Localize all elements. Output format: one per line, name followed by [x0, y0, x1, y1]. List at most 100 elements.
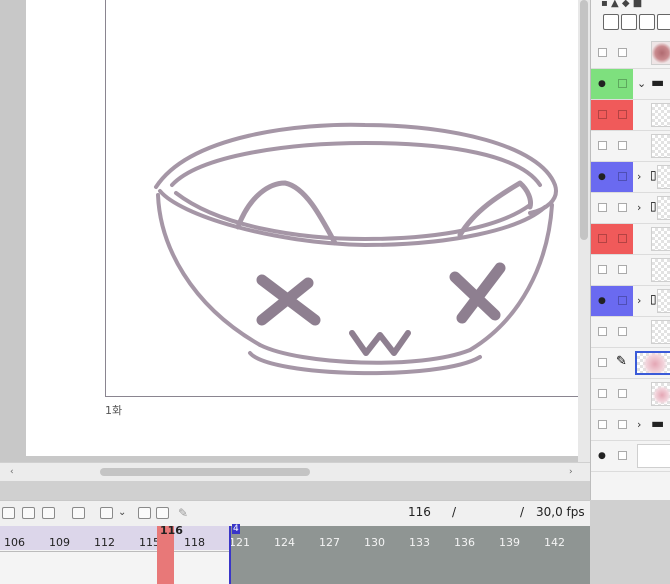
- end-frame-marker-label: 4: [232, 524, 240, 534]
- chevron-down-icon[interactable]: ⌄: [637, 77, 646, 90]
- layer-thumbnail: ▯: [650, 196, 670, 220]
- layer-lock-toggle[interactable]: [613, 193, 633, 223]
- timeline-tick: 139: [499, 536, 520, 549]
- layer-lock-toggle[interactable]: [613, 224, 633, 254]
- layer-lock-toggle[interactable]: [613, 410, 633, 440]
- layer-thumbnail: [651, 103, 670, 127]
- layer-visibility-toggle[interactable]: [591, 193, 613, 223]
- timeline-onion-icon[interactable]: [72, 507, 85, 519]
- layer-visibility-toggle[interactable]: [591, 348, 613, 378]
- current-frame-field[interactable]: 116: [408, 505, 431, 519]
- folder-icon: ▬: [651, 75, 665, 91]
- chevron-right-icon[interactable]: ›: [637, 201, 641, 214]
- timeline-clip-icon[interactable]: [156, 507, 169, 519]
- checkbox-icon: [618, 420, 627, 429]
- layer-lock-toggle[interactable]: [613, 286, 633, 316]
- layer-visibility-toggle[interactable]: [591, 379, 613, 409]
- timeline-tick: 136: [454, 536, 475, 549]
- horizontal-scroll-thumb[interactable]: [100, 468, 310, 476]
- layer-row[interactable]: ✎: [591, 348, 670, 379]
- track-divider: [0, 551, 230, 552]
- new-raster-layer-icon[interactable]: [603, 14, 619, 30]
- layer-lock-toggle[interactable]: [613, 317, 633, 347]
- checkbox-icon: [598, 265, 607, 274]
- end-frame-marker[interactable]: [229, 526, 231, 584]
- checkbox-icon: [618, 110, 627, 119]
- layer-thumbnail: ▬: [651, 72, 670, 96]
- checkbox-icon: [598, 389, 607, 398]
- layer-row[interactable]: [591, 255, 670, 286]
- scroll-right-arrow-icon[interactable]: ›: [569, 467, 573, 477]
- layer-visibility-toggle[interactable]: ●: [591, 441, 613, 471]
- layer-thumbnail: [651, 134, 670, 158]
- eye-icon: ●: [598, 172, 606, 182]
- layer-row[interactable]: [591, 38, 670, 69]
- eye-icon: ●: [598, 296, 606, 306]
- timeline-tick: 106: [4, 536, 25, 549]
- chevron-right-icon[interactable]: ›: [637, 170, 641, 183]
- timeline-tick: 130: [364, 536, 385, 549]
- scroll-left-arrow-icon[interactable]: ‹: [10, 467, 14, 477]
- chevron-right-icon[interactable]: ›: [637, 294, 641, 307]
- layer-lock-toggle[interactable]: ✎: [613, 348, 633, 378]
- timeline-new-icon[interactable]: [2, 507, 15, 519]
- timeline-cel-icon[interactable]: [42, 507, 55, 519]
- layer-row[interactable]: [591, 317, 670, 348]
- layer-row[interactable]: › ▯: [591, 193, 670, 224]
- checkbox-icon: [598, 48, 607, 57]
- layer-visibility-toggle[interactable]: ●: [591, 69, 613, 99]
- layer-lock-toggle[interactable]: [613, 255, 633, 285]
- layer-row[interactable]: [591, 131, 670, 162]
- layer-row[interactable]: ●: [591, 441, 670, 472]
- checkbox-icon: [598, 327, 607, 336]
- layer-lock-toggle[interactable]: [613, 38, 633, 68]
- checkbox-icon: [598, 358, 607, 367]
- layer-thumbnail: [635, 351, 670, 375]
- layer-visibility-toggle[interactable]: [591, 131, 613, 161]
- layer-lock-toggle[interactable]: [613, 162, 633, 192]
- layer-row[interactable]: ● ⌄ ▬: [591, 69, 670, 100]
- layer-visibility-toggle[interactable]: [591, 317, 613, 347]
- layer-lock-toggle[interactable]: [613, 69, 633, 99]
- layer-row[interactable]: ● › ▯: [591, 162, 670, 193]
- layer-row[interactable]: ● › ▯: [591, 286, 670, 317]
- timeline-frame-icon[interactable]: [22, 507, 35, 519]
- new-layer-more-icon[interactable]: [657, 14, 670, 30]
- timeline-tick: 109: [49, 536, 70, 549]
- eye-icon: ●: [598, 79, 606, 89]
- chevron-right-icon[interactable]: ›: [637, 418, 641, 431]
- layer-row[interactable]: [591, 100, 670, 131]
- layer-visibility-toggle[interactable]: [591, 224, 613, 254]
- pen-icon[interactable]: ✎: [178, 506, 188, 520]
- layer-visibility-toggle[interactable]: [591, 255, 613, 285]
- fps-field[interactable]: 30,0 fps: [536, 505, 585, 519]
- vertical-scroll-thumb[interactable]: [580, 0, 588, 240]
- layer-lock-toggle[interactable]: [613, 100, 633, 130]
- new-vector-layer-icon[interactable]: [621, 14, 637, 30]
- layer-lock-toggle[interactable]: [613, 131, 633, 161]
- layer-visibility-toggle[interactable]: ●: [591, 162, 613, 192]
- timeline-tick: 121: [229, 536, 250, 549]
- layer-visibility-toggle[interactable]: [591, 410, 613, 440]
- layer-row[interactable]: [591, 379, 670, 410]
- layer-lock-toggle[interactable]: [613, 441, 633, 471]
- timeline-settings-icon[interactable]: [100, 507, 113, 519]
- layer-thumbnail: [651, 258, 670, 282]
- checkbox-icon: [618, 451, 627, 460]
- frame-separator: /: [452, 505, 457, 519]
- layer-visibility-toggle[interactable]: [591, 100, 613, 130]
- layer-thumbnail: [637, 444, 670, 468]
- layer-toolbar-icons[interactable]: ▪ ▲ ◆ ■: [601, 0, 642, 9]
- chevron-down-icon[interactable]: ⌄: [118, 507, 126, 518]
- layer-row[interactable]: › ▬: [591, 410, 670, 441]
- checkbox-icon: [618, 296, 627, 305]
- layer-visibility-toggle[interactable]: ●: [591, 286, 613, 316]
- new-folder-icon[interactable]: [639, 14, 655, 30]
- layer-visibility-toggle[interactable]: [591, 38, 613, 68]
- checkbox-icon: [618, 265, 627, 274]
- checkbox-icon: [618, 48, 627, 57]
- timeline-fill-icon[interactable]: [138, 507, 151, 519]
- layer-lock-toggle[interactable]: [613, 379, 633, 409]
- layer-row[interactable]: [591, 224, 670, 255]
- timeline-tracks[interactable]: [0, 550, 230, 584]
